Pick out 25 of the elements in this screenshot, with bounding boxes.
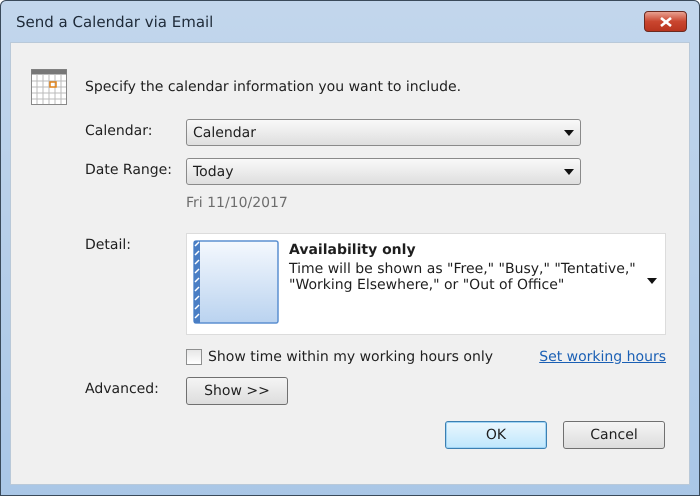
instruction-text: Specify the calendar information you want to include.: [85, 79, 462, 95]
date-range-dropdown[interactable]: Today: [186, 158, 581, 185]
detail-title: Availability only: [289, 242, 417, 258]
field-label: Advanced:: [85, 380, 160, 399]
field-label: Detail:: [85, 236, 132, 255]
calendar-dropdown[interactable]: Calendar: [186, 119, 581, 146]
date-text: Fri 11/10/2017: [186, 195, 289, 211]
detail-description: Time will be shown as "Free," "Busy," "Tentative," "Working Elsewhere," or "Out of Office": [289, 261, 637, 293]
field-label: Date Range:: [85, 161, 174, 180]
checkbox[interactable]: [186, 349, 202, 365]
checkbox-label: Show time within my working hours only: [208, 349, 493, 365]
field-label: Calendar:: [85, 122, 154, 141]
set-working-hours-link[interactable]: Set working hours: [539, 349, 666, 365]
caret-icon: [564, 168, 574, 174]
close-button[interactable]: [644, 11, 687, 32]
calendar-icon: [31, 69, 67, 105]
close-icon: [658, 16, 672, 26]
page-icon: [193, 240, 279, 324]
ok-button[interactable]: OK: [445, 421, 547, 449]
detail-dropdown[interactable]: Availability only Time will be shown as "Free," "Busy," "Tentative," "Working Elsewhere," or "Out of Office": [186, 233, 666, 335]
caret-icon: [647, 278, 657, 284]
show-button[interactable]: Show >>: [186, 377, 288, 405]
caret-icon: [564, 130, 574, 136]
window-title: Send a Calendar via Email: [16, 12, 214, 30]
cancel-button[interactable]: Cancel: [563, 421, 665, 449]
